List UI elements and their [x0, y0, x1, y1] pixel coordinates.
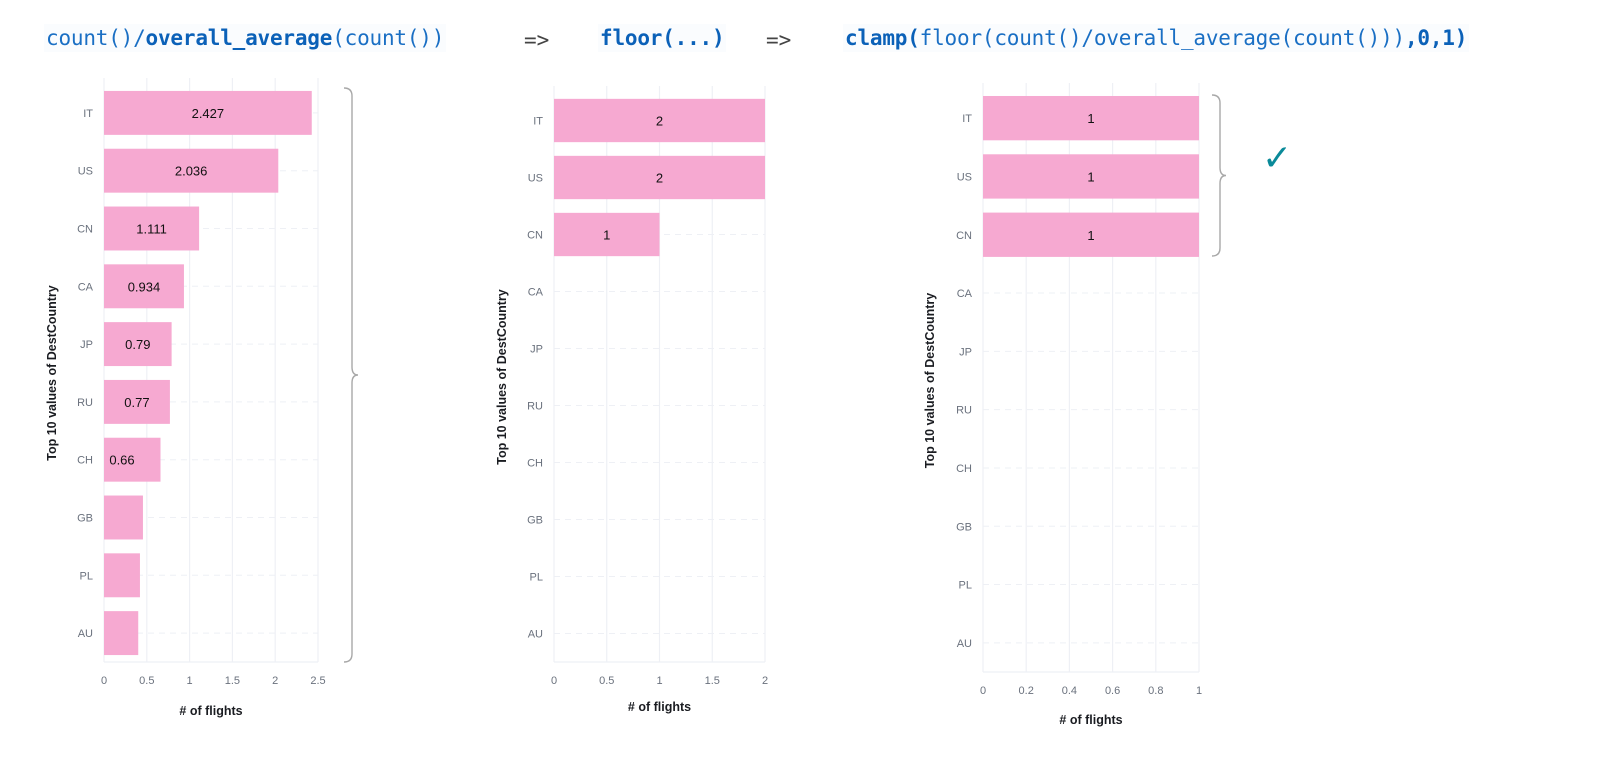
- category-label: CN: [956, 230, 972, 242]
- x-tick-label: 0.2: [1019, 685, 1034, 697]
- bar-value-label: 1: [1087, 169, 1094, 184]
- category-label: CA: [957, 288, 973, 300]
- x-tick-label: 0.8: [1148, 685, 1163, 697]
- category-label: US: [957, 171, 972, 183]
- category-label: JP: [959, 346, 972, 358]
- category-label: AU: [957, 638, 972, 650]
- category-label: CH: [956, 463, 972, 475]
- x-tick-label: 0.6: [1105, 685, 1120, 697]
- x-axis-title: # of flights: [1059, 713, 1122, 727]
- bar-value-label: 1: [1087, 111, 1094, 126]
- chart-clamp: 0 0.2 0.4 0.6 0.8 1 IT 1 US 1 CN 1 CA JP RU CH GB PL AU # o…: [923, 83, 1227, 727]
- y-axis-title: Top 10 values of DestCountry: [923, 293, 937, 469]
- x-tick-label: 1: [1196, 685, 1202, 697]
- category-label: GB: [956, 521, 972, 533]
- x-tick-label: 0: [980, 685, 986, 697]
- x-tick-label: 0.4: [1062, 685, 1077, 697]
- bar-value-label: 1: [1087, 228, 1094, 243]
- category-label: PL: [959, 580, 972, 592]
- curly-brace: [1211, 94, 1227, 257]
- check-icon: ✓: [1262, 138, 1293, 179]
- category-label: IT: [962, 113, 972, 125]
- category-label: RU: [956, 405, 972, 417]
